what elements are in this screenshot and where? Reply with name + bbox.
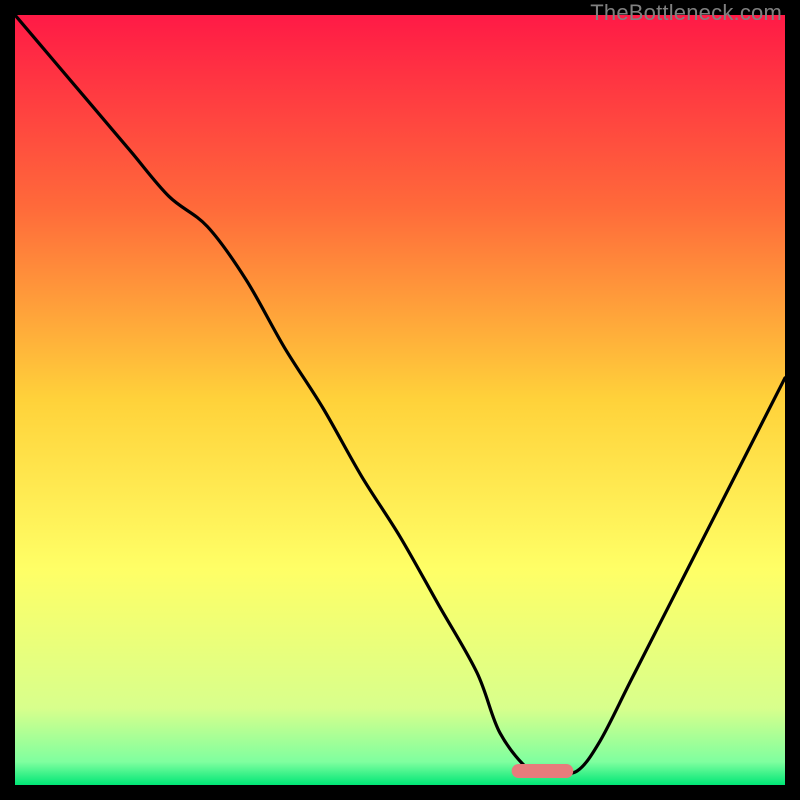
watermark-text: TheBottleneck.com [590,0,782,26]
chart-svg [15,15,785,785]
optimal-marker [512,764,574,778]
chart-background [15,15,785,785]
chart-frame [15,15,785,785]
